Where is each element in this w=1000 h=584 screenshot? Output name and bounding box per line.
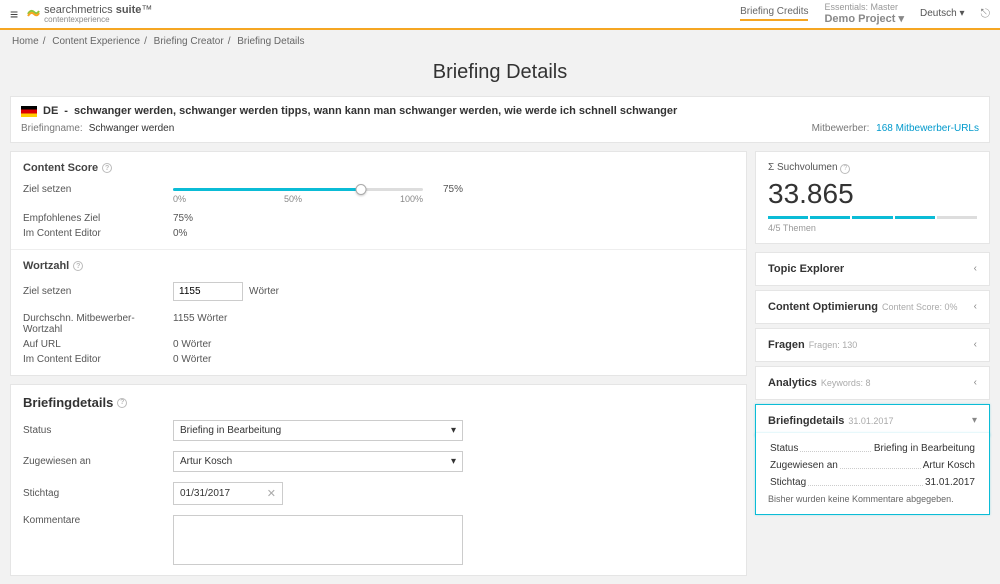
briefing-details-title: Briefingdetails: [23, 395, 113, 410]
themes-text: 4/5 Themen: [768, 223, 977, 233]
chevron-down-icon: ▾: [898, 13, 904, 25]
chevron-down-icon: ▾: [451, 456, 456, 467]
chevron-left-icon: ‹: [974, 263, 977, 274]
breadcrumb: Home/ Content Experience/ Briefing Creat…: [0, 30, 1000, 53]
deadline-input[interactable]: 01/31/2017 ✕: [173, 482, 283, 505]
content-score-card: Content Score ? Ziel setzen 0% 50% 100%: [10, 151, 747, 376]
status-select[interactable]: Briefing in Bearbeitung ▾: [173, 420, 463, 441]
keyword-list: schwanger werden, schwanger werden tipps…: [74, 105, 677, 117]
breadcrumb-item: Briefing Details: [237, 36, 304, 47]
project-selector[interactable]: Essentials: Master Demo Project ▾: [824, 2, 904, 26]
competitors-label: Mitbewerber:: [812, 123, 870, 134]
logo[interactable]: searchmetrics suite™ contentexperience: [26, 5, 152, 24]
menu-icon[interactable]: ≡: [10, 6, 18, 22]
competitors-link[interactable]: 168 Mitbewerber-URLs: [876, 123, 979, 134]
briefingname-value: Schwanger werden: [89, 123, 175, 134]
no-comments-text: Bisher wurden keine Kommentare abgegeben…: [768, 494, 977, 504]
assigned-select[interactable]: Artur Kosch ▾: [173, 451, 463, 472]
briefing-details-panel: StatusBriefing in Bearbeitung Zugewiesen…: [755, 433, 990, 515]
info-icon[interactable]: ?: [840, 164, 850, 174]
topbar: ≡ searchmetrics suite™ contentexperience…: [0, 0, 1000, 30]
comments-textarea[interactable]: [173, 515, 463, 565]
breadcrumb-item[interactable]: Home: [12, 36, 39, 47]
accordion-content-optimization[interactable]: Content OptimierungContent Score: 0% ‹: [755, 290, 990, 324]
search-volume-card: Σ Suchvolumen ? 33.865 4/5 Themen: [755, 151, 990, 244]
chevron-down-icon: ▾: [959, 8, 964, 19]
language-selector[interactable]: Deutsch ▾: [920, 8, 965, 19]
chevron-down-icon: ▾: [451, 425, 456, 436]
wordcount-unit: Wörter: [249, 286, 279, 297]
set-goal-label: Ziel setzen: [23, 184, 173, 195]
info-icon[interactable]: ?: [117, 398, 127, 408]
sumvol-value: 33.865: [768, 178, 977, 210]
wordcount-title: Wortzahl: [23, 260, 69, 272]
chevron-down-icon: ▾: [972, 415, 977, 426]
briefingname-label: Briefingname:: [21, 123, 83, 134]
sumvol-label: Σ Suchvolumen: [768, 162, 838, 173]
chevron-left-icon: ‹: [974, 301, 977, 312]
content-score-title: Content Score: [23, 162, 98, 174]
clear-icon[interactable]: ✕: [267, 487, 276, 500]
chevron-left-icon: ‹: [974, 377, 977, 388]
accordion-topic-explorer[interactable]: Topic Explorer ‹: [755, 252, 990, 286]
content-score-slider[interactable]: 0% 50% 100% 75%: [173, 184, 734, 195]
country-code: DE: [43, 105, 58, 117]
chevron-left-icon: ‹: [974, 339, 977, 350]
info-icon[interactable]: ?: [73, 261, 83, 271]
set-goal-label: Ziel setzen: [23, 286, 173, 297]
page-title: Briefing Details: [0, 61, 1000, 84]
flag-de-icon: [21, 106, 37, 117]
accordion-analytics[interactable]: AnalyticsKeywords: 8 ‹: [755, 366, 990, 400]
briefing-credits-link[interactable]: Briefing Credits: [740, 6, 808, 21]
briefing-details-card: Briefingdetails ? Status Briefing in Bea…: [10, 384, 747, 576]
breadcrumb-item[interactable]: Content Experience: [52, 36, 140, 47]
exit-icon[interactable]: ⎋: [981, 6, 991, 21]
keyword-panel: DE - schwanger werden, schwanger werden …: [10, 96, 990, 143]
info-icon[interactable]: ?: [102, 163, 112, 173]
slider-value: 75%: [443, 184, 463, 195]
breadcrumb-item[interactable]: Briefing Creator: [154, 36, 224, 47]
accordion-fragen[interactable]: FragenFragen: 130 ‹: [755, 328, 990, 362]
wordcount-input[interactable]: [173, 282, 243, 301]
themes-bar: [768, 216, 977, 219]
